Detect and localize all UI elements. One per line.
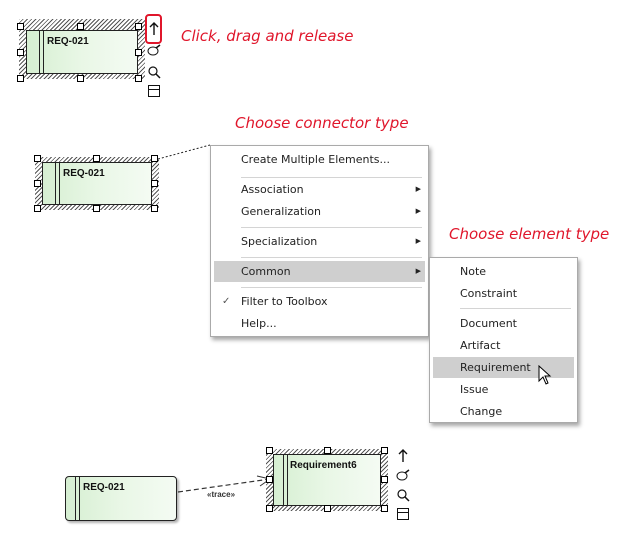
source-requirement-element[interactable]: REQ-021 [65, 476, 177, 521]
menu-item-specialization[interactable]: Specialization ▶ [214, 231, 425, 252]
menu-item-label: Generalization [241, 205, 321, 218]
drag-line [157, 144, 211, 160]
resize-handle[interactable] [266, 447, 273, 454]
submenu-arrow-icon: ▶ [415, 207, 421, 215]
menu-item-generalization[interactable]: Generalization ▶ [214, 201, 425, 222]
element-type-menu: Note Constraint Document Artifact Requir… [429, 257, 578, 423]
resize-handle[interactable] [77, 75, 84, 82]
resize-handle[interactable] [77, 23, 84, 30]
menu-item-label: Association [241, 183, 304, 196]
element-name: REQ-021 [47, 36, 89, 47]
resize-handle[interactable] [266, 476, 273, 483]
magnifier-icon[interactable] [147, 65, 161, 79]
resize-handle[interactable] [151, 205, 158, 212]
menu-separator [241, 177, 422, 178]
menu-item-label: Create Multiple Elements... [241, 153, 390, 166]
resize-handle[interactable] [34, 155, 41, 162]
resize-handle[interactable] [266, 505, 273, 512]
resize-handle[interactable] [381, 447, 388, 454]
menu-separator [241, 227, 422, 228]
magnifier-icon[interactable] [396, 488, 410, 502]
menu-item-change[interactable]: Change [433, 401, 574, 422]
resize-handle[interactable] [93, 155, 100, 162]
resize-handle[interactable] [135, 49, 142, 56]
element-stripe [55, 163, 60, 204]
menu-item-label: Specialization [241, 235, 318, 248]
layout-icon[interactable] [396, 507, 410, 521]
menu-item-filter-to-toolbox[interactable]: ✓ Filter to Toolbox [214, 291, 425, 312]
connector-type-menu: Create Multiple Elements... Association ▶… [210, 145, 429, 337]
submenu-arrow-icon: ▶ [415, 185, 421, 193]
menu-item-common[interactable]: Common ▶ [214, 261, 425, 282]
resize-handle[interactable] [17, 49, 24, 56]
resize-handle[interactable] [17, 75, 24, 82]
resize-handle[interactable] [381, 505, 388, 512]
menu-item-association[interactable]: Association ▶ [214, 179, 425, 200]
resize-handle[interactable] [93, 205, 100, 212]
resize-handle[interactable] [381, 476, 388, 483]
target-requirement-element[interactable]: Requirement6 [273, 454, 381, 506]
check-icon: ✓ [222, 296, 231, 307]
resize-handle[interactable] [135, 23, 142, 30]
menu-item-label: Note [460, 265, 487, 278]
menu-item-label: Help... [241, 317, 277, 330]
annotation-step3: Choose element type [449, 225, 610, 243]
resize-handle[interactable] [135, 75, 142, 82]
menu-item-artifact[interactable]: Artifact [433, 335, 574, 356]
menu-item-label: Change [460, 405, 503, 418]
element-name: REQ-021 [83, 482, 125, 493]
lasso-icon[interactable] [396, 468, 410, 482]
requirement-element[interactable]: REQ-021 [26, 30, 138, 74]
menu-separator [241, 257, 422, 258]
requirement-element[interactable]: REQ-021 [42, 162, 152, 205]
menu-separator [460, 308, 571, 309]
up-arrow-icon[interactable] [147, 22, 161, 36]
element-stripe [283, 455, 288, 505]
menu-item-label: Issue [460, 383, 489, 396]
resize-handle[interactable] [17, 23, 24, 30]
layout-icon[interactable] [147, 84, 161, 98]
element-stripe [75, 477, 80, 520]
submenu-arrow-icon: ▶ [415, 237, 421, 245]
resize-handle[interactable] [324, 505, 331, 512]
menu-item-label: Constraint [460, 287, 518, 300]
element-name: Requirement6 [290, 460, 357, 471]
resize-handle[interactable] [34, 205, 41, 212]
annotation-step1: Click, drag and release [181, 27, 354, 45]
connector-stereotype-label: «trace» [207, 490, 236, 499]
lasso-icon[interactable] [147, 43, 161, 57]
resize-handle[interactable] [151, 180, 158, 187]
menu-item-note[interactable]: Note [433, 261, 574, 282]
menu-item-help[interactable]: Help... [214, 313, 425, 334]
resize-handle[interactable] [324, 447, 331, 454]
menu-separator [241, 287, 422, 288]
menu-item-constraint[interactable]: Constraint [433, 283, 574, 304]
element-name: REQ-021 [63, 168, 105, 179]
element-stripe [39, 31, 44, 73]
mouse-cursor-icon [538, 365, 552, 385]
menu-item-create-multiple[interactable]: Create Multiple Elements... [214, 149, 425, 170]
menu-item-label: Document [460, 317, 517, 330]
menu-item-label: Common [241, 265, 291, 278]
menu-item-document[interactable]: Document [433, 313, 574, 334]
menu-item-label: Requirement [460, 361, 531, 374]
up-arrow-icon[interactable] [396, 449, 410, 463]
submenu-arrow-icon: ▶ [415, 267, 421, 275]
resize-handle[interactable] [34, 180, 41, 187]
menu-item-label: Filter to Toolbox [241, 295, 328, 308]
menu-item-label: Artifact [460, 339, 501, 352]
annotation-step2: Choose connector type [235, 114, 409, 132]
